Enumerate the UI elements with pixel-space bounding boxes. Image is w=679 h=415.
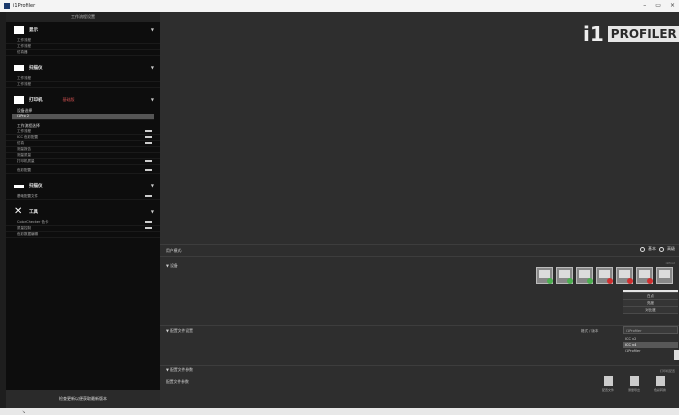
radio-basic[interactable] (640, 246, 645, 252)
menu-item[interactable]: 对比度 (623, 307, 678, 314)
monitor-icon (14, 26, 24, 34)
profile-format-dropdown[interactable]: i1Profiler (623, 326, 678, 334)
mode-monitor-icon[interactable] (536, 267, 553, 284)
logo-profiler: PROFILER (607, 26, 679, 42)
menu-item[interactable]: 亮度 (623, 300, 678, 307)
workflow-sidebar: 工作流程设置 显示 ▼ 工作流程 工作流程 仿真器 扫描仪 ▼ 工作流程 工作流… (6, 12, 160, 408)
toggle-icon (145, 227, 152, 229)
divider (160, 244, 679, 245)
printer-icon (14, 96, 24, 104)
toggle-icon (145, 130, 152, 132)
section-profile-params[interactable]: ▼ 配置文件参数 (166, 367, 193, 373)
user-mode-label: 用户模式: (166, 248, 183, 253)
list-option[interactable]: i1Profiler (623, 348, 678, 354)
arrow-icon: ↘ (22, 409, 26, 414)
toggle-icon (145, 160, 152, 162)
chevron-down-icon[interactable]: ▼ (151, 65, 154, 70)
mode-scanner-icon[interactable] (576, 267, 593, 284)
sidebar-item[interactable]: 色彩配置 (6, 168, 160, 174)
status-bar: ↘ (0, 408, 679, 415)
section-label: 扫描仪 (29, 184, 43, 189)
mode-icon-bar (536, 267, 673, 284)
section-profile-settings[interactable]: ▼ 配置文件设置 (166, 328, 193, 334)
sidebar-item[interactable]: 色彩数据编辑 (6, 232, 160, 238)
mode-monitor-icon[interactable] (556, 267, 573, 284)
radio-advanced[interactable] (659, 246, 664, 252)
divider (160, 365, 679, 366)
monitor-icon (629, 376, 639, 386)
toggle-icon (145, 221, 152, 223)
edition-note: 基础版 (62, 97, 75, 102)
section-scanner-2[interactable]: 扫描仪 ▼ (6, 178, 160, 194)
toggle-icon (145, 142, 152, 144)
mode-printer-icon[interactable] (596, 267, 613, 284)
minimize-button[interactable]: – (643, 2, 646, 9)
user-mode-radio-group: 基本 高级 (640, 246, 675, 252)
main-panel: i1 PROFILER 用户模式: 基本 高级 i1Pro2 ▼ 设备 白点 亮… (160, 12, 679, 408)
settings-menu: 白点 亮度 对比度 (623, 290, 678, 314)
printer-icon (655, 376, 665, 386)
chevron-down-icon[interactable]: ▼ (151, 27, 154, 32)
expand-button[interactable] (674, 350, 679, 360)
sidebar-item[interactable]: 仿真器 (6, 50, 160, 56)
toggle-icon (145, 195, 152, 197)
section-label: 扫描仪 (29, 66, 43, 71)
sidebar-item[interactable]: 工作流程 (6, 82, 160, 88)
section-devices[interactable]: ▼ 设备 (166, 263, 178, 269)
close-button[interactable]: × (670, 2, 675, 9)
section-scanner[interactable]: 扫描仪 ▼ (6, 60, 160, 76)
section-tools[interactable]: ✕ 工具 ▼ (6, 204, 160, 220)
radio-basic-label: 基本 (648, 246, 656, 251)
window-controls: – ▭ × (643, 2, 675, 9)
trash-icon (603, 376, 613, 386)
app-logo: i1 PROFILER (583, 22, 679, 46)
toggle-icon (145, 136, 152, 138)
chevron-down-icon[interactable]: ▼ (151, 183, 154, 188)
printer-config-info: 打印机配置 (659, 369, 675, 373)
scanner-icon (14, 65, 24, 71)
mode-printer-icon[interactable] (636, 267, 653, 284)
mode-printer-icon[interactable] (616, 267, 633, 284)
section-display[interactable]: 显示 ▼ (6, 22, 160, 38)
menu-item[interactable]: 白点 (623, 293, 678, 300)
app-icon (4, 3, 10, 9)
sidebar-item[interactable]: 基础配置文件 (6, 194, 160, 200)
action-convert[interactable]: 色彩转换 (654, 376, 666, 392)
window-title: i1Profiler (13, 3, 36, 9)
mode-tool-icon[interactable] (656, 267, 673, 284)
chevron-down-icon[interactable]: ▼ (151, 209, 154, 214)
action-icons: 配置文件 测量导出 色彩转换 (602, 376, 666, 392)
action-profile[interactable]: 配置文件 (602, 376, 614, 392)
logo-i1: i1 (583, 22, 604, 46)
window-titlebar: i1Profiler – ▭ × (0, 0, 679, 12)
section-label: 显示 (29, 28, 38, 33)
scanner-icon (14, 184, 24, 188)
profile-format-list: ICC v2 ICC v4 i1Profiler (623, 336, 678, 354)
device-info: i1Pro2 (665, 261, 675, 265)
sidebar-footer[interactable]: 检查更新以便获取最新版本 (6, 390, 160, 408)
profile-format-label: 格式 / 版本 (581, 329, 599, 333)
section-label: 打印机 (29, 98, 43, 103)
maximize-button[interactable]: ▭ (655, 2, 661, 9)
toggle-icon (145, 169, 152, 171)
sidebar-header: 工作流程设置 (6, 12, 160, 22)
device-dropdown[interactable]: i1Pro 2 (12, 114, 154, 120)
radio-advanced-label: 高级 (667, 246, 675, 251)
divider (160, 325, 679, 326)
divider (160, 256, 679, 257)
tools-icon: ✕ (14, 206, 23, 217)
sidebar-item[interactable]: 打印机质量 (6, 159, 160, 165)
section-printer[interactable]: 打印机 基础版 ▼ (6, 92, 160, 108)
chevron-down-icon[interactable]: ▼ (151, 97, 154, 102)
profile-params-label: 配置文件参数 (166, 379, 189, 384)
action-export[interactable]: 测量导出 (628, 376, 640, 392)
section-label: 工具 (29, 210, 38, 215)
